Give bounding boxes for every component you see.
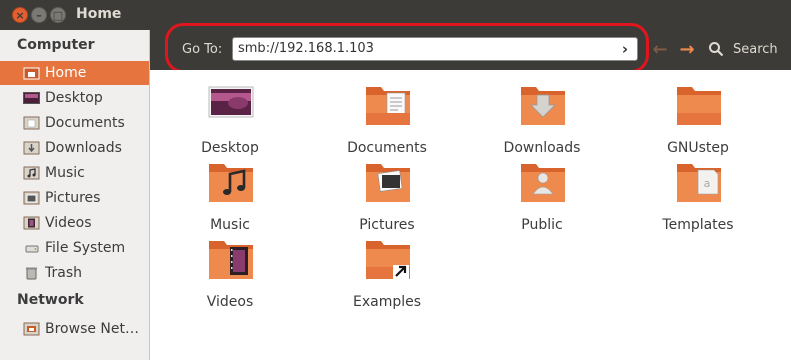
documents-folder-icon bbox=[366, 87, 410, 125]
sidebar-item-home[interactable]: Home bbox=[0, 61, 149, 85]
file-manager-window: × – □ Home Computer Home Desktop Documen… bbox=[0, 0, 791, 360]
file-item-label: GNUstep bbox=[667, 140, 729, 156]
public-folder-icon bbox=[521, 164, 565, 202]
search-icon bbox=[709, 42, 724, 57]
search-button[interactable]: Search bbox=[708, 38, 778, 60]
templates-folder-icon: a bbox=[677, 164, 721, 202]
goto-label: Go To: bbox=[182, 42, 223, 57]
sidebar-item-music[interactable]: Music bbox=[0, 161, 149, 185]
location-input[interactable]: smb://192.168.1.103 bbox=[232, 37, 638, 61]
sidebar-item-label: Home bbox=[45, 65, 87, 81]
file-item-label: Music bbox=[210, 217, 250, 233]
sidebar-item-trash[interactable]: Trash bbox=[0, 261, 149, 285]
sidebar-heading-network: Network bbox=[17, 292, 84, 308]
sidebar-item-label: Documents bbox=[45, 115, 125, 131]
pictures-icon bbox=[23, 191, 40, 205]
sidebar-item-label: Desktop bbox=[45, 90, 103, 106]
documents-icon bbox=[23, 116, 40, 130]
folder-icon bbox=[677, 87, 721, 125]
sidebar-item-label: File System bbox=[45, 240, 126, 256]
search-label: Search bbox=[733, 41, 778, 57]
file-item-documents[interactable]: Documents bbox=[317, 83, 457, 156]
sidebar-item-documents[interactable]: Documents bbox=[0, 111, 149, 135]
file-item-gnustep[interactable]: GNUstep bbox=[628, 83, 768, 156]
desktop-icon bbox=[23, 91, 40, 105]
file-item-label: Templates bbox=[662, 217, 734, 233]
desktop-icon bbox=[208, 86, 254, 118]
downloads-icon bbox=[23, 141, 40, 155]
file-item-pictures[interactable]: Pictures bbox=[317, 160, 457, 233]
sidebar-item-label: Pictures bbox=[45, 190, 101, 206]
sidebar-item-file-system[interactable]: File System bbox=[0, 236, 149, 260]
file-item-downloads[interactable]: Downloads bbox=[472, 83, 612, 156]
file-item-label: Downloads bbox=[503, 140, 581, 156]
file-item-examples[interactable]: Examples bbox=[317, 237, 457, 310]
file-item-desktop[interactable]: Desktop bbox=[160, 83, 300, 156]
sidebar-item-label: Browse Net… bbox=[45, 321, 140, 337]
forward-button[interactable]: → bbox=[676, 39, 698, 60]
filesystem-icon bbox=[23, 241, 40, 255]
videos-icon bbox=[23, 216, 40, 230]
file-item-videos[interactable]: Videos bbox=[160, 237, 300, 310]
window-title: Home bbox=[76, 6, 122, 22]
file-item-label: Desktop bbox=[201, 140, 259, 156]
file-item-label: Videos bbox=[206, 294, 254, 310]
maximize-button[interactable]: □ bbox=[50, 7, 66, 23]
file-item-templates[interactable]: a Templates bbox=[628, 160, 768, 233]
downloads-folder-icon bbox=[521, 87, 565, 125]
file-item-label: Pictures bbox=[359, 217, 415, 233]
sidebar: Computer Home Desktop Documents Download… bbox=[0, 30, 150, 360]
title-bar: × – □ Home bbox=[0, 0, 791, 30]
sidebar-item-label: Downloads bbox=[45, 140, 122, 156]
videos-folder-icon bbox=[209, 241, 253, 279]
sidebar-item-pictures[interactable]: Pictures bbox=[0, 186, 149, 210]
home-icon bbox=[23, 66, 40, 80]
examples-link-icon bbox=[366, 241, 410, 279]
sidebar-item-label: Videos bbox=[45, 215, 92, 231]
file-item-music[interactable]: Music bbox=[160, 160, 300, 233]
pictures-folder-icon bbox=[366, 164, 410, 202]
sidebar-item-desktop[interactable]: Desktop bbox=[0, 86, 149, 110]
minimize-button[interactable]: – bbox=[31, 7, 47, 23]
file-item-label: Examples bbox=[352, 294, 422, 310]
sidebar-heading-computer: Computer bbox=[17, 37, 95, 53]
trash-icon bbox=[23, 266, 40, 280]
music-folder-icon bbox=[209, 164, 253, 202]
sidebar-item-browse-network[interactable]: Browse Net… bbox=[0, 317, 149, 341]
network-icon bbox=[23, 322, 40, 336]
sidebar-item-label: Trash bbox=[45, 265, 82, 281]
back-button[interactable]: ← bbox=[649, 39, 671, 60]
go-button[interactable]: › bbox=[614, 38, 636, 60]
music-icon bbox=[23, 166, 40, 180]
svg-text:a: a bbox=[704, 177, 711, 190]
file-item-label: Public bbox=[521, 217, 563, 233]
file-item-label: Documents bbox=[347, 140, 427, 156]
close-button[interactable]: × bbox=[12, 7, 28, 23]
sidebar-item-downloads[interactable]: Downloads bbox=[0, 136, 149, 160]
sidebar-item-videos[interactable]: Videos bbox=[0, 211, 149, 235]
file-grid: Desktop Documents Downloads GNUstep Musi… bbox=[150, 70, 791, 360]
file-item-public[interactable]: Public bbox=[472, 160, 612, 233]
sidebar-item-label: Music bbox=[45, 165, 85, 181]
